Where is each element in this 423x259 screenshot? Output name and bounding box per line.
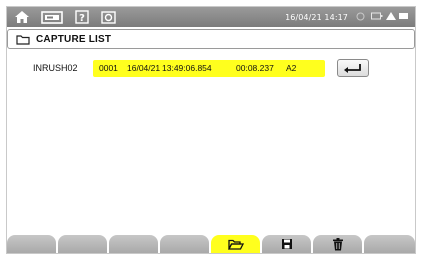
open-folder-key[interactable] [211, 235, 260, 253]
delete-key[interactable] [313, 235, 362, 253]
folder-icon [16, 34, 30, 45]
trash-icon [332, 237, 343, 250]
datetime-display: 16/04/21 14:17 [285, 12, 348, 22]
save-key[interactable] [262, 235, 311, 253]
camera-icon[interactable] [95, 7, 121, 27]
capture-date: 16/04/21 [127, 63, 161, 73]
home-icon[interactable] [9, 7, 35, 27]
open-folder-icon [227, 239, 244, 250]
page-title: CAPTURE LIST [36, 33, 112, 45]
battery-level-icon [399, 12, 409, 22]
clock-icon [356, 12, 365, 23]
title-bar: CAPTURE LIST [7, 29, 415, 49]
screen: ? 16/04/21 14:17 CAPTURE LIST INRUSH02 0… [6, 6, 416, 254]
measure-mode-icon[interactable] [35, 7, 69, 27]
function-key-3[interactable] [109, 235, 158, 253]
capture-duration: 00:08.237 [236, 63, 274, 73]
capture-entry-selected[interactable]: 0001 16/04/21 13:49:06.854 00:08.237 A2 [93, 59, 325, 77]
function-key-4[interactable] [160, 235, 209, 253]
capture-channel: A2 [286, 63, 297, 73]
function-key-1[interactable] [7, 235, 56, 253]
capture-number: 0001 [99, 63, 118, 73]
signal-icon [386, 12, 396, 22]
capture-name: INRUSH02 [33, 63, 78, 73]
function-key-2[interactable] [58, 235, 107, 253]
capture-time: 13:49:06.854 [162, 63, 212, 73]
status-bar: ? 16/04/21 14:17 [7, 7, 415, 27]
capture-list-item: INRUSH02 0001 16/04/21 13:49:06.854 00:0… [33, 59, 369, 77]
save-icon [281, 239, 292, 249]
enter-icon [344, 64, 361, 73]
function-key-bar [7, 235, 415, 253]
instrument-display: ? 16/04/21 14:17 CAPTURE LIST INRUSH02 0… [0, 0, 423, 259]
battery-icon [371, 12, 383, 22]
function-key-8[interactable] [364, 235, 415, 253]
help-icon[interactable]: ? [69, 7, 95, 27]
svg-text:?: ? [79, 13, 85, 24]
open-capture-button[interactable] [337, 59, 369, 77]
